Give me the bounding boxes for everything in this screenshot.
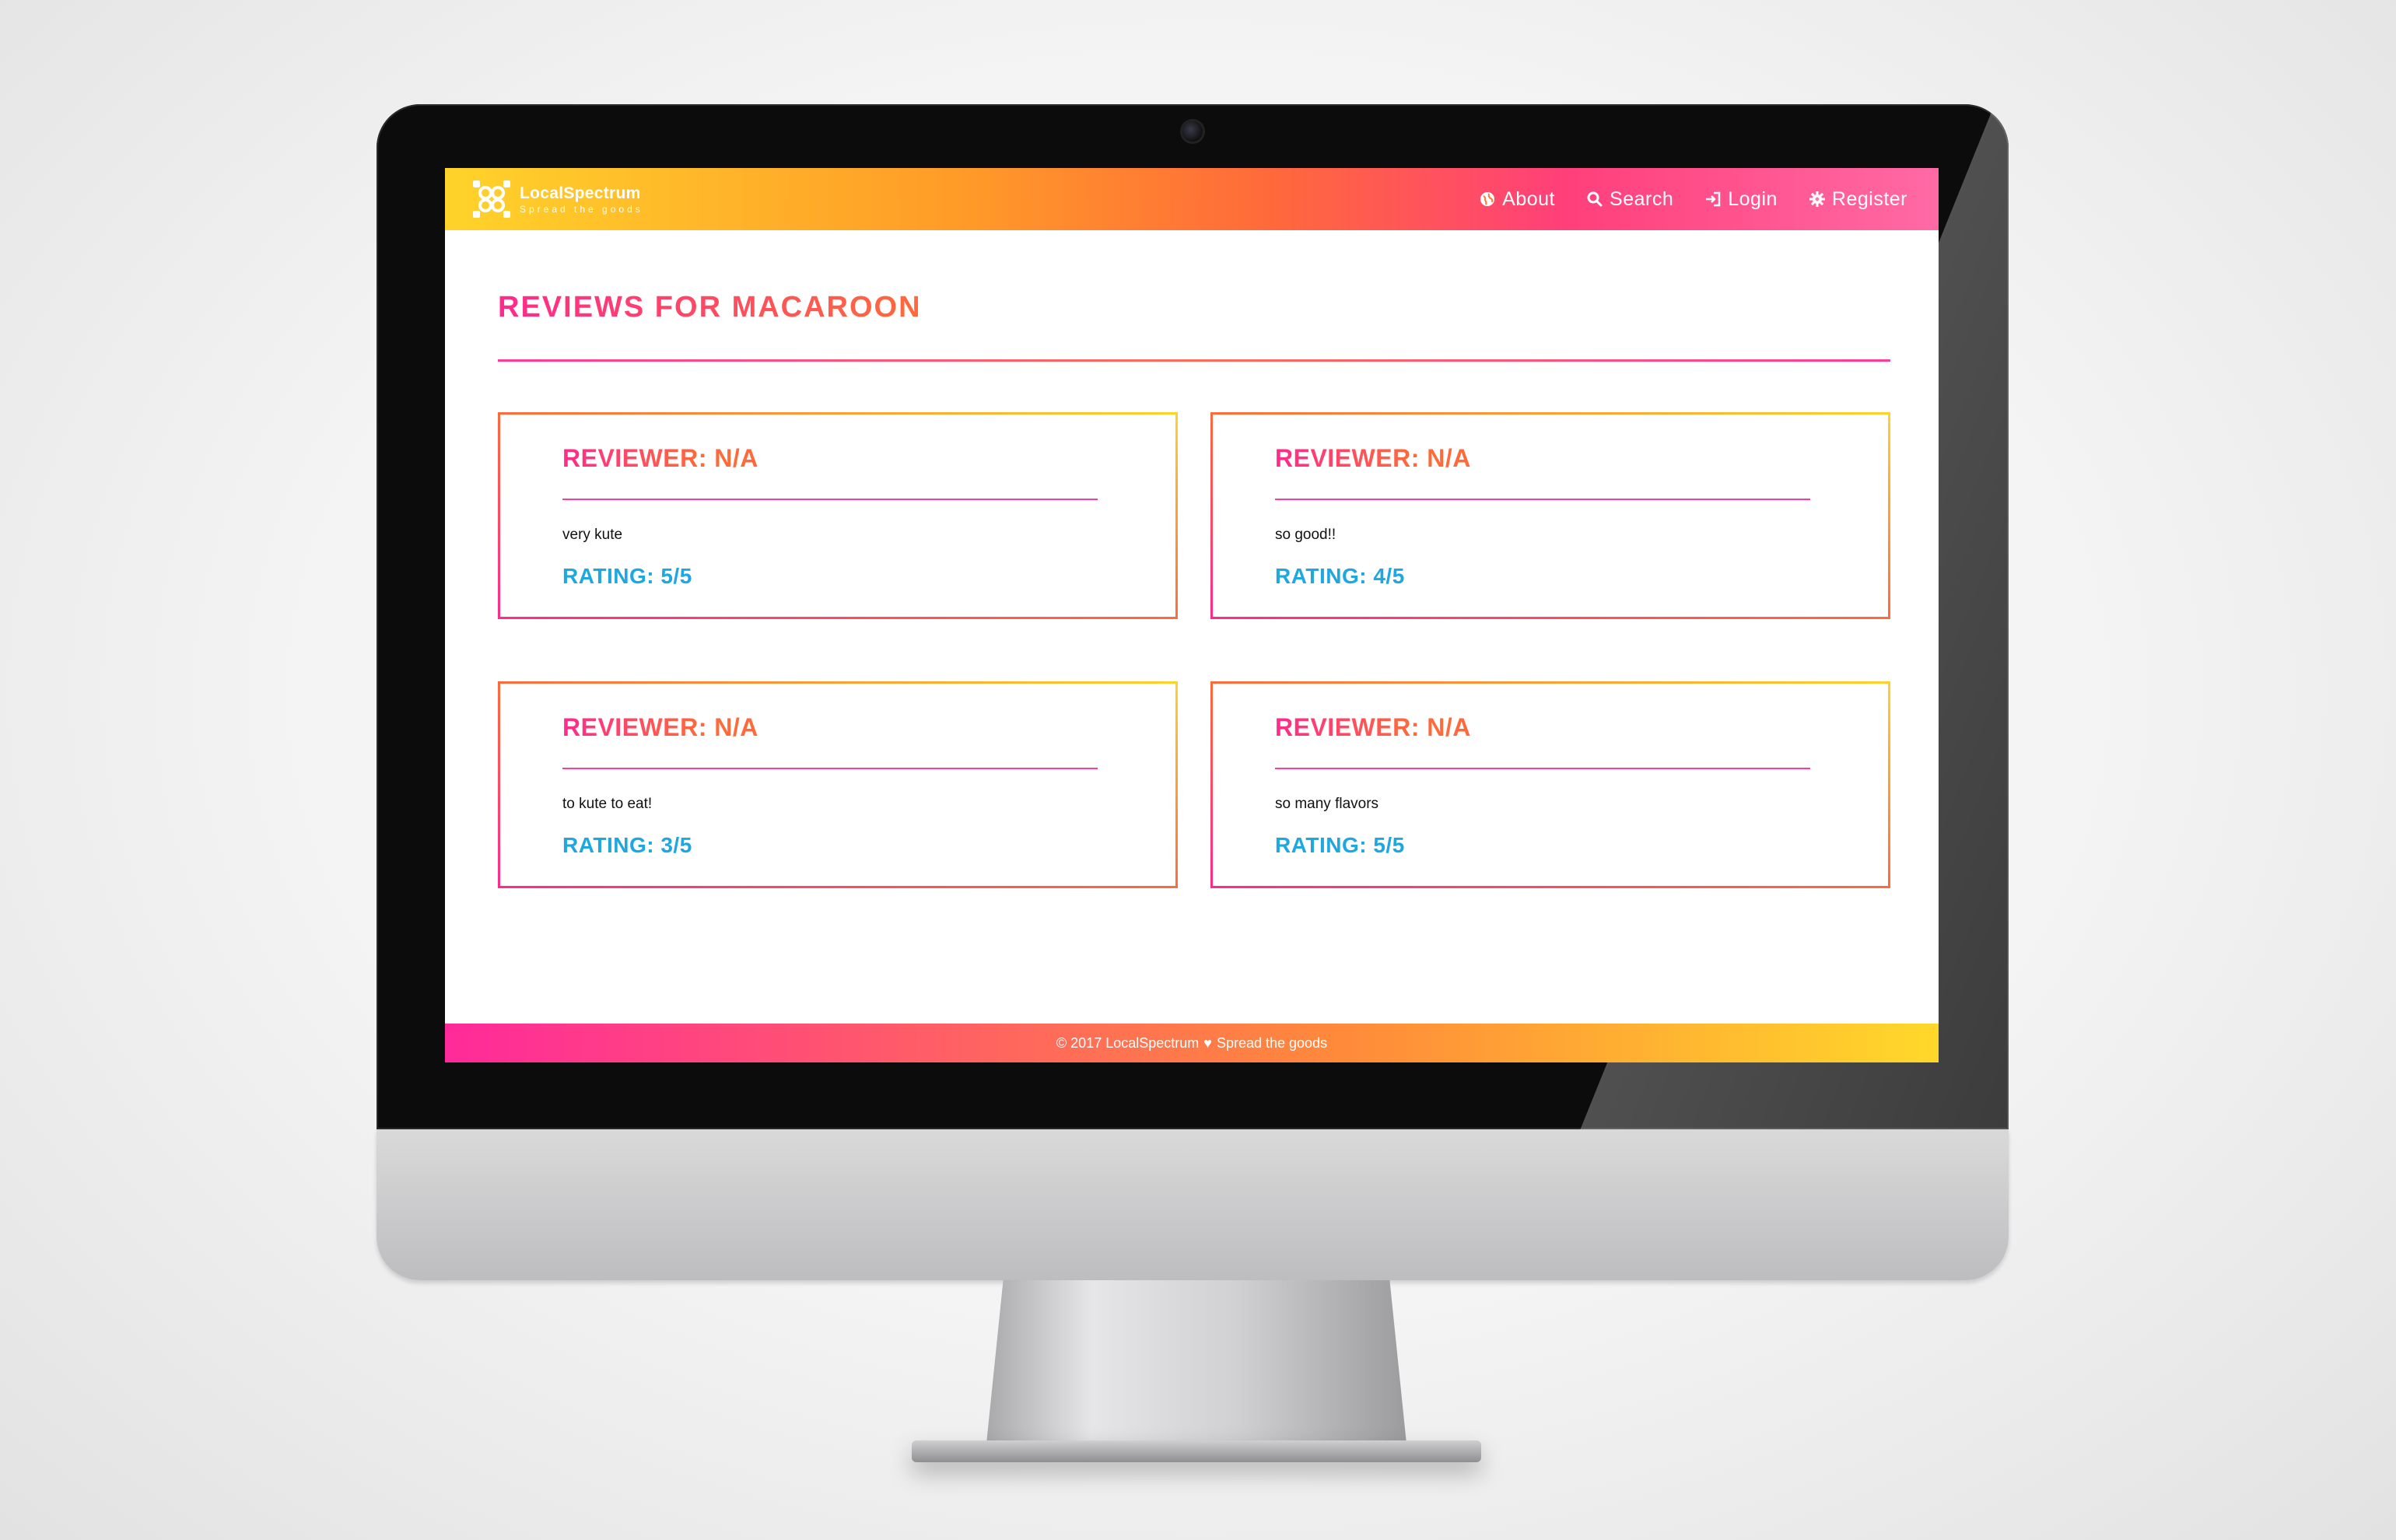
review-comment: very kute <box>562 527 623 543</box>
review-card: REVIEWER: N/A to kute to eat! RATING: 3/… <box>498 681 1178 888</box>
reviewer-name: REVIEWER: N/A <box>1275 713 1471 741</box>
nav-search-label: Search <box>1610 187 1674 210</box>
footer: © 2017 LocalSpectrum ♥ Spread the goods <box>445 1024 1939 1062</box>
webcam <box>1182 121 1203 142</box>
review-rating: RATING: 5/5 <box>562 564 692 588</box>
browser-viewport: LocalSpectrum Spread the goods About Sea… <box>445 168 1939 1062</box>
reviewer-name: REVIEWER: N/A <box>562 444 758 472</box>
reviewer-name: REVIEWER: N/A <box>562 713 758 741</box>
footer-tagline: Spread the goods <box>1216 1034 1328 1051</box>
review-rating: RATING: 4/5 <box>1275 564 1405 588</box>
review-card: REVIEWER: N/A very kute RATING: 5/5 <box>498 412 1178 619</box>
nav-about-label: About <box>1502 187 1556 210</box>
review-rating: RATING: 3/5 <box>562 833 692 857</box>
review-rating: RATING: 5/5 <box>1275 833 1405 857</box>
nav-login[interactable]: Login <box>1704 188 1778 211</box>
heart-icon: ♥ <box>1203 1035 1212 1051</box>
brand-tagline: Spread the goods <box>520 203 643 215</box>
gear-icon <box>1809 191 1825 207</box>
review-comment: so good!! <box>1275 527 1336 543</box>
navbar: LocalSpectrum Spread the goods About Sea… <box>445 168 1939 230</box>
monitor-stand-base <box>912 1440 1481 1462</box>
card-divider <box>1275 499 1810 500</box>
page-title: REVIEWS FOR MACAROON <box>498 291 922 324</box>
nav-links: About Search Login Register <box>1448 168 1907 230</box>
review-comment: to kute to eat! <box>562 796 653 812</box>
nav-search[interactable]: Search <box>1586 188 1673 211</box>
title-divider <box>498 359 1890 362</box>
reviewer-name: REVIEWER: N/A <box>1275 444 1471 472</box>
nav-login-label: Login <box>1728 187 1778 210</box>
card-divider <box>562 499 1098 500</box>
nav-about[interactable]: About <box>1479 188 1555 211</box>
brand-link[interactable]: LocalSpectrum Spread the goods <box>471 179 643 219</box>
brand-logo-icon <box>473 180 510 218</box>
card-divider <box>562 768 1098 769</box>
review-card: REVIEWER: N/A so good!! RATING: 4/5 <box>1210 412 1890 619</box>
globe-icon <box>1480 192 1495 206</box>
card-divider <box>1275 768 1810 769</box>
nav-register-label: Register <box>1831 187 1907 210</box>
brand-name: LocalSpectrum <box>520 184 641 202</box>
footer-copyright: © 2017 LocalSpectrum <box>1056 1034 1200 1051</box>
login-icon <box>1706 191 1721 207</box>
monitor-stand <box>986 1280 1406 1444</box>
nav-register[interactable]: Register <box>1809 188 1907 211</box>
search-icon <box>1587 191 1603 207</box>
review-comment: so many flavors <box>1275 796 1379 812</box>
review-card: REVIEWER: N/A so many flavors RATING: 5/… <box>1210 681 1890 888</box>
monitor-chin <box>377 1129 2009 1280</box>
